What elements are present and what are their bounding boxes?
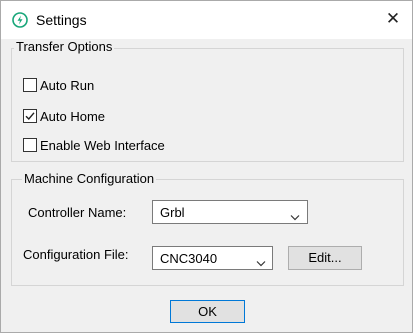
controller-name-value: Grbl (160, 205, 185, 220)
enable-web-interface-label: Enable Web Interface (40, 137, 165, 153)
settings-dialog: Settings ✕ Transfer Options Auto Run Aut… (0, 0, 413, 333)
enable-web-interface-checkbox[interactable]: Enable Web Interface (23, 137, 165, 153)
chevron-down-icon (256, 255, 266, 267)
auto-run-checkbox[interactable]: Auto Run (23, 77, 94, 93)
controller-name-label: Controller Name: (28, 205, 127, 220)
ok-button[interactable]: OK (170, 300, 245, 323)
auto-home-label: Auto Home (40, 108, 106, 124)
machine-configuration-title: Machine Configuration (22, 171, 157, 187)
auto-home-box[interactable] (23, 109, 37, 123)
chevron-down-icon (290, 209, 300, 221)
title-bar: Settings ✕ (1, 1, 412, 39)
transfer-options-title: Transfer Options (14, 39, 115, 55)
power-icon (12, 12, 28, 28)
controller-name-select[interactable]: Grbl (152, 200, 308, 224)
configuration-file-value: CNC3040 (160, 251, 218, 266)
edit-button-label: Edit... (308, 250, 342, 265)
auto-run-box[interactable] (23, 78, 37, 92)
checkmark-icon (25, 112, 35, 121)
window-title: Settings (36, 12, 87, 28)
edit-button[interactable]: Edit... (288, 246, 362, 270)
configuration-file-select[interactable]: CNC3040 (152, 246, 273, 270)
close-icon[interactable]: ✕ (381, 8, 405, 30)
auto-home-checkbox[interactable]: Auto Home (23, 108, 105, 124)
configuration-file-label: Configuration File: (23, 247, 129, 262)
enable-web-interface-box[interactable] (23, 138, 37, 152)
auto-run-label: Auto Run (40, 77, 95, 93)
ok-button-label: OK (198, 304, 217, 319)
